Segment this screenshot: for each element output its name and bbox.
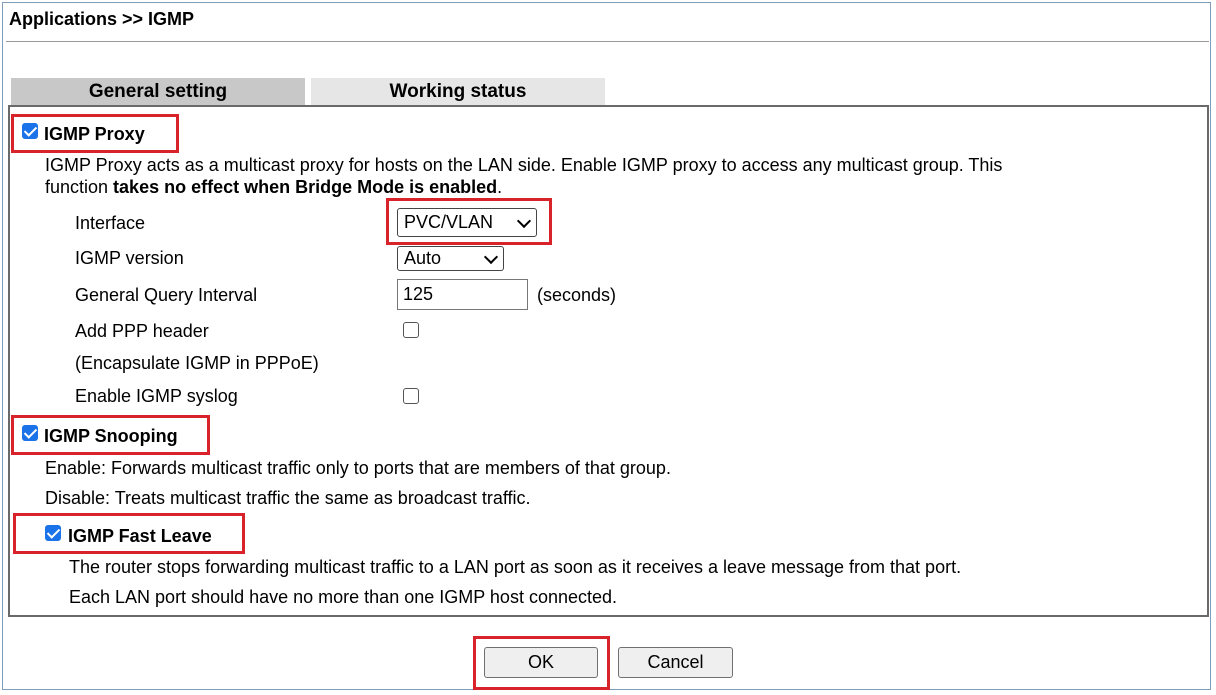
igmp-snooping-checkbox[interactable]	[22, 425, 38, 441]
igmp-fast-leave-label: IGMP Fast Leave	[68, 526, 212, 546]
ok-button[interactable]: OK	[484, 647, 598, 678]
igmp-fast-leave-text-2: Each LAN port should have no more than o…	[69, 587, 618, 607]
igmp-version-value: Auto	[404, 248, 442, 268]
interface-select[interactable]: PVC/VLAN	[397, 208, 537, 237]
query-interval-label: General Query Interval	[75, 285, 258, 305]
igmp-version-select[interactable]: Auto	[397, 246, 504, 271]
tab-general-setting[interactable]: General setting	[11, 78, 305, 106]
title-divider	[6, 41, 1209, 42]
igmp-snooping-enable-text: Enable: Forwards multicast traffic only …	[45, 458, 671, 478]
page-title: Applications >> IGMP	[9, 9, 195, 29]
interface-label: Interface	[75, 213, 146, 233]
cancel-button[interactable]: Cancel	[618, 647, 733, 678]
interface-select-value: PVC/VLAN	[404, 212, 494, 232]
igmp-proxy-label: IGMP Proxy	[44, 124, 145, 144]
igmp-snooping-label: IGMP Snooping	[44, 426, 178, 446]
ppp-header-label: Add PPP header	[75, 321, 209, 341]
igmp-fast-leave-text-1: The router stops forwarding multicast tr…	[69, 557, 962, 577]
igmp-syslog-label: Enable IGMP syslog	[75, 386, 238, 406]
query-interval-input[interactable]: 125	[397, 279, 528, 310]
igmp-version-label: IGMP version	[75, 248, 184, 268]
chevron-down-icon	[516, 213, 532, 228]
chevron-down-icon	[483, 249, 499, 264]
igmp-snooping-disable-text: Disable: Treats multicast traffic the sa…	[45, 488, 531, 508]
ppp-header-checkbox[interactable]	[403, 322, 419, 338]
igmp-syslog-checkbox[interactable]	[403, 388, 419, 404]
tab-working-status[interactable]: Working status	[311, 78, 605, 106]
igmp-proxy-checkbox[interactable]	[22, 123, 38, 139]
ppp-header-note: (Encapsulate IGMP in PPPoE)	[75, 353, 319, 373]
igmp-proxy-description-2: function takes no effect when Bridge Mod…	[45, 177, 503, 197]
query-interval-unit: (seconds)	[537, 285, 617, 305]
igmp-proxy-description: IGMP Proxy acts as a multicast proxy for…	[45, 155, 1003, 175]
igmp-fast-leave-checkbox[interactable]	[45, 525, 61, 541]
